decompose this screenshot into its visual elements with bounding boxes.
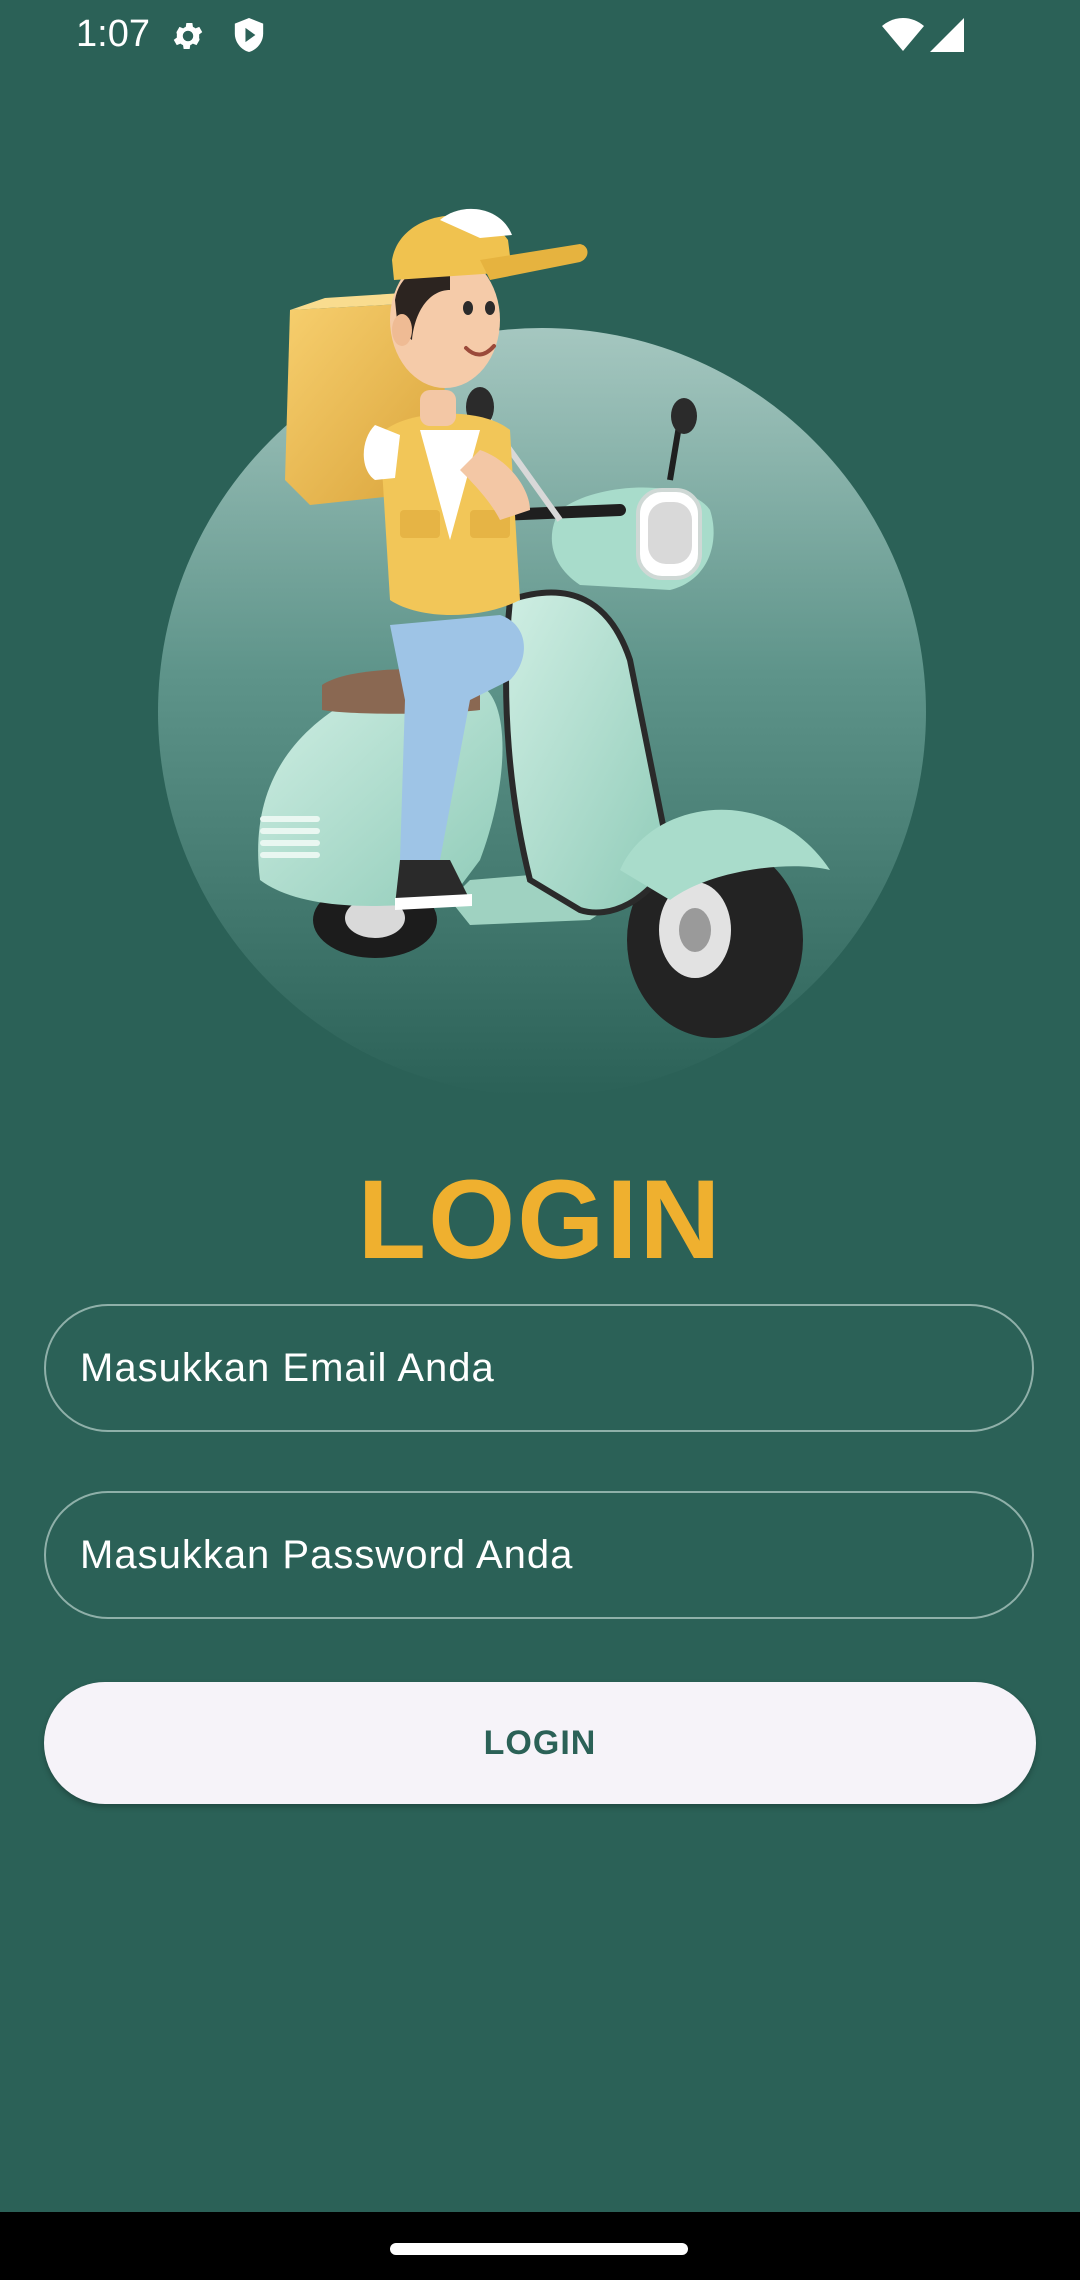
status-bar: 1:07 xyxy=(0,0,1080,70)
gear-icon xyxy=(173,22,203,50)
login-screen: 1:07 LOGIN Masukkan Email Anda LOGIN xyxy=(0,0,1080,2280)
email-field[interactable] xyxy=(46,1306,1032,1430)
password-field[interactable] xyxy=(46,1493,1032,1617)
email-field-container xyxy=(44,1304,1034,1432)
signal-icon xyxy=(930,18,964,52)
page-title: LOGIN xyxy=(357,1157,723,1282)
wifi-icon xyxy=(882,18,924,51)
login-button[interactable]: LOGIN xyxy=(44,1682,1036,1804)
status-time: 1:07 xyxy=(76,13,150,55)
home-gesture-handle[interactable] xyxy=(390,2243,688,2255)
password-field-container xyxy=(44,1491,1034,1619)
shield-icon xyxy=(234,18,264,52)
delivery-rider-illustration xyxy=(158,208,926,1096)
